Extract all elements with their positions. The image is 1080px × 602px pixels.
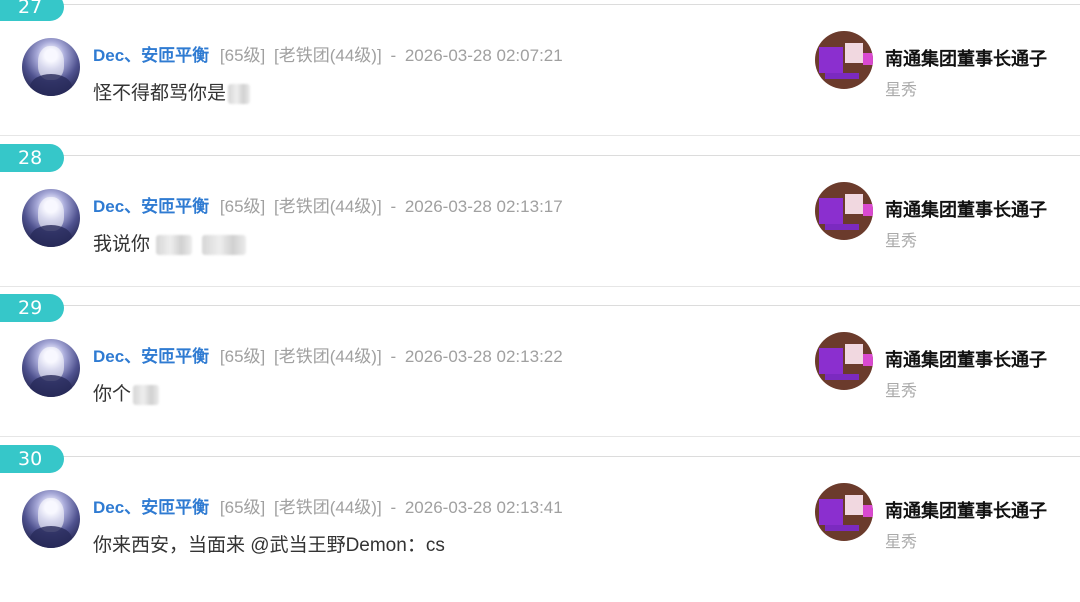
gift-type-label: 星秀 [885, 383, 918, 400]
message-text: 怪不得都骂你是 [93, 83, 227, 104]
message-content: 你个 [93, 379, 160, 406]
floor-badge: 29 [0, 294, 64, 322]
comment-meta: Dec、安匝平衡 [65级] [老铁团(44级)] - 2026-03-28 0… [93, 192, 563, 217]
divider [0, 456, 1080, 457]
divider [0, 135, 1080, 136]
floor-badge: 30 [0, 445, 64, 473]
divider [0, 4, 1080, 5]
avatar[interactable] [22, 38, 80, 96]
meta-separator: - [390, 347, 397, 366]
message-text: 你来西安，当面来 @武当王野Demon：cs [93, 535, 445, 556]
user-level: [65级] [219, 498, 266, 517]
divider [0, 436, 1080, 437]
gift-sender-name[interactable]: 南通集团董事长通子 [885, 346, 1047, 372]
timestamp: 2026-03-28 02:13:22 [404, 347, 563, 366]
message-content: 我说你 [93, 229, 247, 256]
user-group: [老铁团(44级)] [274, 46, 382, 65]
redacted-mosaic [202, 234, 247, 255]
divider [0, 286, 1080, 287]
gift-avatar[interactable] [815, 182, 873, 240]
timestamp: 2026-03-28 02:07:21 [404, 46, 563, 65]
avatar[interactable] [22, 490, 80, 548]
user-group: [老铁团(44级)] [274, 197, 382, 216]
redacted-mosaic [156, 234, 193, 255]
redacted-mosaic [228, 83, 251, 104]
username-link[interactable]: Dec、安匝平衡 [93, 197, 209, 216]
floor-badge: 27 [0, 0, 64, 21]
divider [0, 305, 1080, 306]
avatar[interactable] [22, 189, 80, 247]
gift-avatar[interactable] [815, 332, 873, 390]
user-level: [65级] [219, 46, 266, 65]
meta-separator: - [390, 197, 397, 216]
floor-badge: 28 [0, 144, 64, 172]
gift-sender-name[interactable]: 南通集团董事长通子 [885, 196, 1047, 222]
comment-item: 29 Dec、安匝平衡 [65级] [老铁团(44级)] - 2026-03-2… [0, 294, 1080, 451]
comment-meta: Dec、安匝平衡 [65级] [老铁团(44级)] - 2026-03-28 0… [93, 41, 563, 66]
message-text: 我说你 [93, 234, 151, 255]
message-text: 你个 [93, 384, 132, 405]
comment-item: 28 Dec、安匝平衡 [65级] [老铁团(44级)] - 2026-03-2… [0, 144, 1080, 301]
timestamp: 2026-03-28 02:13:41 [404, 498, 563, 517]
message-content: 怪不得都骂你是 [93, 78, 251, 105]
username-link[interactable]: Dec、安匝平衡 [93, 46, 209, 65]
meta-separator: - [390, 498, 397, 517]
gift-type-label: 星秀 [885, 534, 918, 551]
user-group: [老铁团(44级)] [274, 347, 382, 366]
meta-separator: - [390, 46, 397, 65]
comment-item: 30 Dec、安匝平衡 [65级] [老铁团(44级)] - 2026-03-2… [0, 445, 1080, 602]
username-link[interactable]: Dec、安匝平衡 [93, 498, 209, 517]
avatar[interactable] [22, 339, 80, 397]
divider [0, 155, 1080, 156]
user-level: [65级] [219, 197, 266, 216]
user-level: [65级] [219, 347, 266, 366]
gift-type-label: 星秀 [885, 233, 918, 250]
gift-sender-name[interactable]: 南通集团董事长通子 [885, 45, 1047, 71]
gift-sender-name[interactable]: 南通集团董事长通子 [885, 497, 1047, 523]
gift-avatar[interactable] [815, 483, 873, 541]
timestamp: 2026-03-28 02:13:17 [404, 197, 563, 216]
message-content: 你来西安，当面来 @武当王野Demon：cs [93, 530, 445, 557]
comment-item: 27 Dec、安匝平衡 [65级] [老铁团(44级)] - 2026-03-2… [0, 0, 1080, 150]
comment-meta: Dec、安匝平衡 [65级] [老铁团(44级)] - 2026-03-28 0… [93, 493, 563, 518]
redacted-mosaic [133, 384, 160, 405]
gift-type-label: 星秀 [885, 82, 918, 99]
comment-meta: Dec、安匝平衡 [65级] [老铁团(44级)] - 2026-03-28 0… [93, 342, 563, 367]
username-link[interactable]: Dec、安匝平衡 [93, 347, 209, 366]
user-group: [老铁团(44级)] [274, 498, 382, 517]
gift-avatar[interactable] [815, 31, 873, 89]
